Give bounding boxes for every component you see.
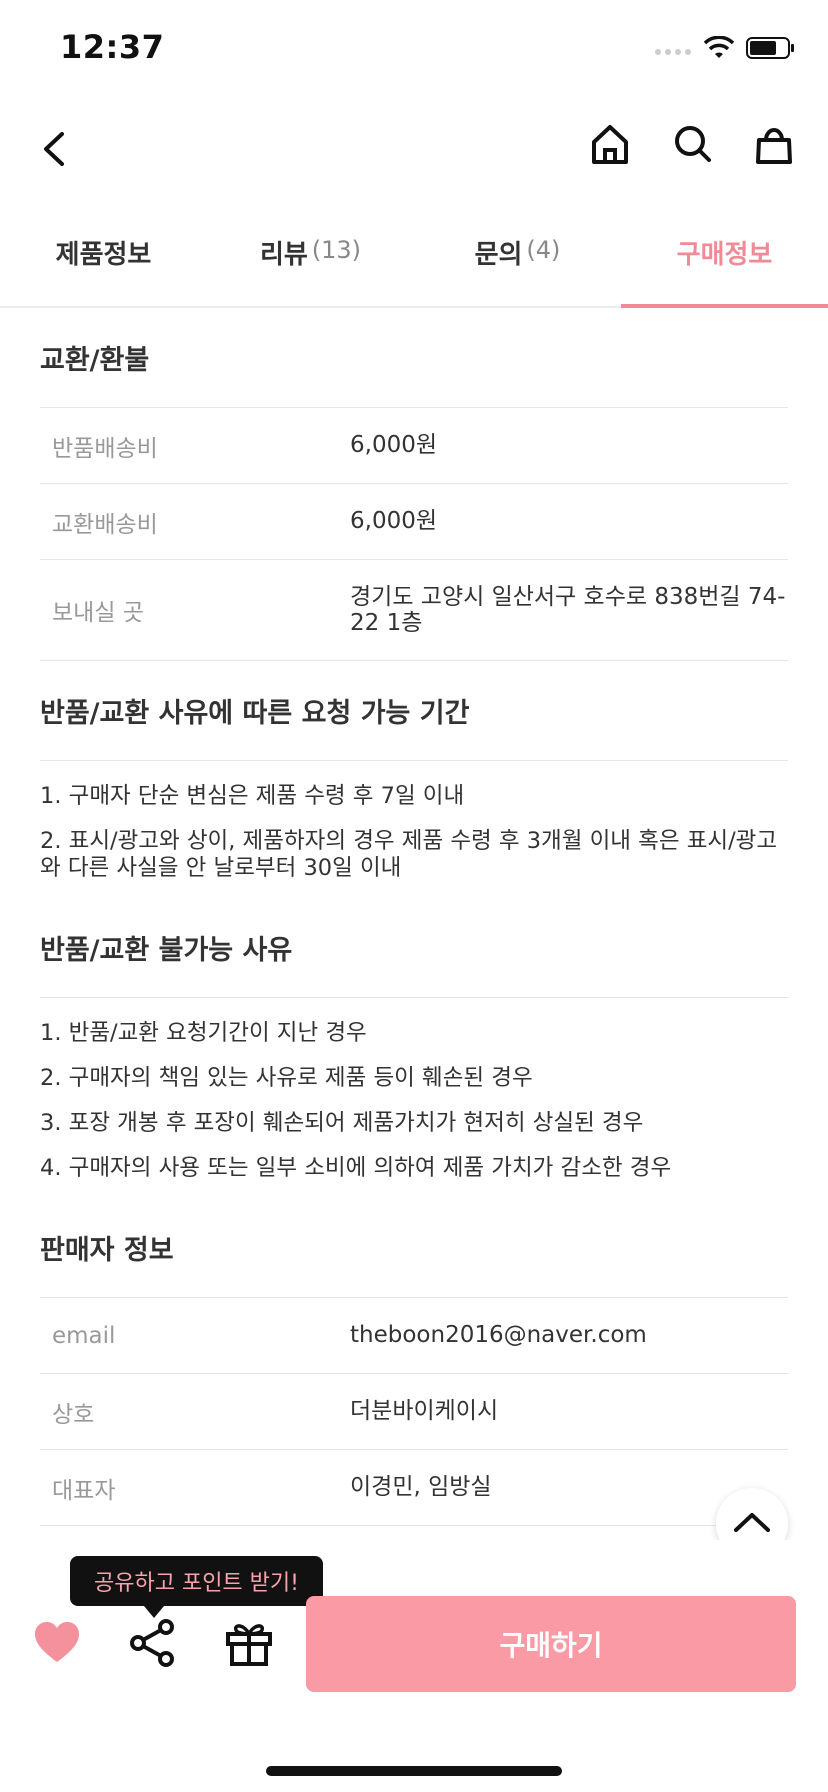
battery-icon <box>746 36 796 64</box>
nav-actions <box>590 122 794 166</box>
info-row: 상호 더분바이케이시 <box>40 1374 788 1450</box>
info-label: 대표자 <box>52 1477 116 1504</box>
bottom-action-bar: 공유하고 포인트 받기! 구매하기 <box>0 1540 828 1792</box>
status-time: 12:37 <box>60 28 165 66</box>
list-item: 3. 포장 개봉 후 포장이 훼손되어 제품가치가 현저히 상실된 경우 <box>40 1110 644 1136</box>
tab-count: (4) <box>526 236 561 264</box>
info-label: 상호 <box>52 1401 95 1428</box>
list-item: 4. 구매자의 사용 또는 일부 소비에 의하여 제품 가치가 감소한 경우 <box>40 1155 672 1181</box>
tab-label: 구매정보 <box>676 240 773 270</box>
search-icon[interactable] <box>672 122 712 166</box>
tab-label: 리뷰 <box>259 240 308 270</box>
not-allowed-title: 반품/교환 불가능 사유 <box>40 898 788 998</box>
cellular-signal-icon <box>654 41 692 60</box>
list-item: 1. 구매자 단순 변심은 제품 수령 후 7일 이내 <box>40 783 465 809</box>
back-icon[interactable] <box>36 124 76 174</box>
tab-label: 문의 <box>474 240 523 270</box>
info-value: 더분바이케이시 <box>350 1398 499 1425</box>
list-item: 2. 표시/광고와 상이, 제품하자의 경우 제품 수령 후 3개월 이내 혹은… <box>40 828 778 881</box>
info-label: email <box>52 1322 116 1349</box>
buy-button[interactable]: 구매하기 <box>306 1596 796 1692</box>
info-value: 경기도 고양시 일산서구 호수로 838번길 74-22 1층 <box>350 583 786 636</box>
info-row: email theboon2016@naver.com <box>40 1298 788 1374</box>
gift-icon[interactable] <box>224 1618 274 1668</box>
list-item: 1. 반품/교환 요청기간이 지난 경우 <box>40 1020 367 1046</box>
chevron-up-icon <box>732 1510 772 1538</box>
status-bar: 12:37 <box>0 0 828 100</box>
tab-count: (13) <box>311 236 362 264</box>
heart-icon[interactable] <box>32 1618 82 1668</box>
exchange-refund-title: 교환/환불 <box>40 308 788 408</box>
info-value: 6,000원 <box>350 432 438 459</box>
info-value: theboon2016@naver.com <box>350 1322 647 1349</box>
tab-reviews[interactable]: 리뷰 (13) <box>207 214 414 306</box>
tab-product-info[interactable]: 제품정보 <box>0 214 207 306</box>
tab-bar: 제품정보 리뷰 (13) 문의 (4) 구매정보 <box>0 214 828 308</box>
info-row: 교환배송비 6,000원 <box>40 484 788 560</box>
seller-info-title: 판매자 정보 <box>40 1198 788 1298</box>
share-icon[interactable] <box>128 1618 178 1668</box>
tab-purchase-info[interactable]: 구매정보 <box>621 214 828 308</box>
info-label: 반품배송비 <box>52 435 158 462</box>
tab-label: 제품정보 <box>55 240 152 270</box>
info-row: 대표자 이경민, 임방실 <box>40 1450 788 1526</box>
list-item: 2. 구매자의 책임 있는 사유로 제품 등이 훼손된 경우 <box>40 1065 533 1091</box>
info-row: 반품배송비 6,000원 <box>40 408 788 484</box>
request-period-list: 1. 구매자 단순 변심은 제품 수령 후 7일 이내 2. 표시/광고와 상이… <box>40 761 788 898</box>
bag-icon[interactable] <box>754 122 794 166</box>
nav-bar <box>0 110 828 190</box>
request-period-title: 반품/교환 사유에 따른 요청 가능 기간 <box>40 661 788 761</box>
home-icon[interactable] <box>590 122 630 166</box>
wifi-icon <box>703 35 735 64</box>
home-indicator <box>266 1766 562 1776</box>
info-label: 교환배송비 <box>52 511 158 538</box>
purchase-info-content: 교환/환불 반품배송비 6,000원 교환배송비 6,000원 보내실 곳 경기… <box>40 308 788 1526</box>
info-row: 보내실 곳 경기도 고양시 일산서구 호수로 838번길 74-22 1층 <box>40 560 788 661</box>
status-icons <box>654 35 796 64</box>
info-value: 이경민, 임방실 <box>350 1474 492 1501</box>
info-value: 6,000원 <box>350 508 438 535</box>
not-allowed-list: 1. 반품/교환 요청기간이 지난 경우 2. 구매자의 책임 있는 사유로 제… <box>40 998 788 1198</box>
share-tooltip: 공유하고 포인트 받기! <box>70 1556 323 1618</box>
tab-inquiries[interactable]: 문의 (4) <box>414 214 621 306</box>
info-label: 보내실 곳 <box>52 600 144 626</box>
